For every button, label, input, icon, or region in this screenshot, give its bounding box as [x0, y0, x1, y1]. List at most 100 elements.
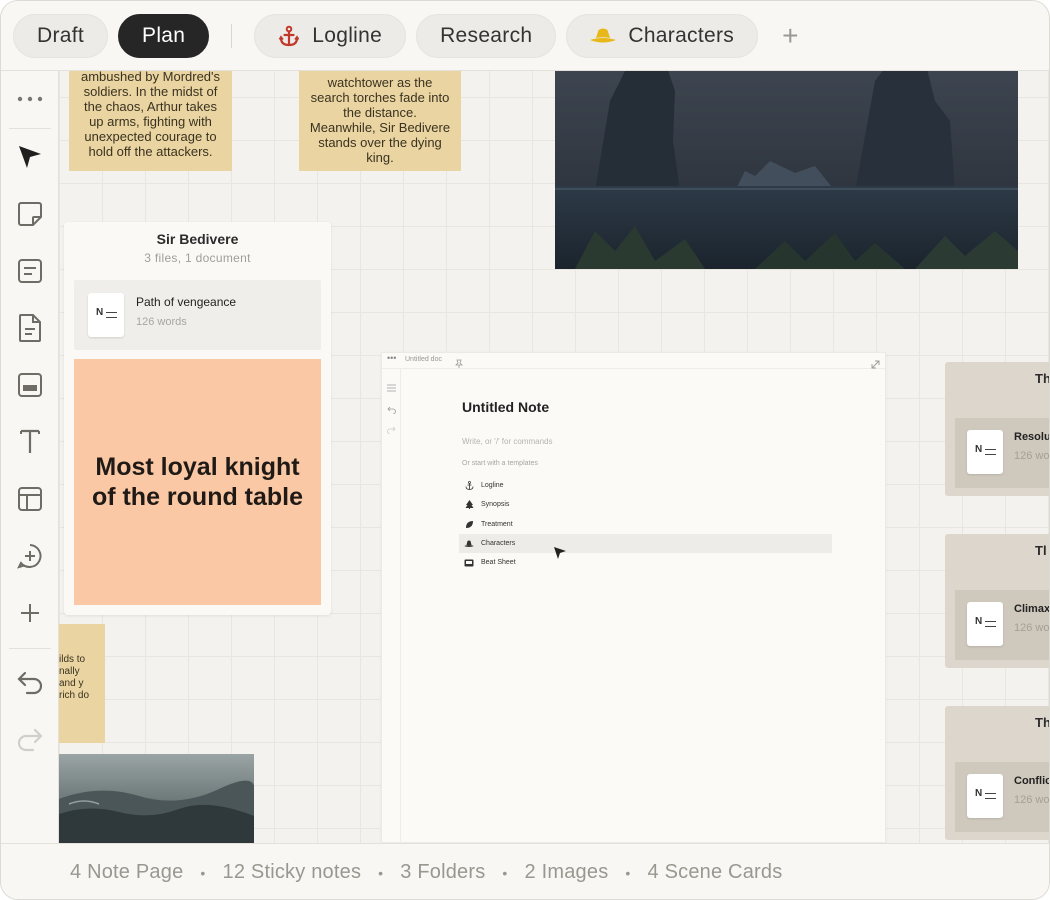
castle-lake-illustration: [555, 61, 1018, 269]
scene-card-title: Tl: [1035, 543, 1047, 558]
status-bar: 4 Note Page • 12 Sticky notes • 3 Folder…: [1, 843, 1049, 899]
toolbar-divider: [9, 128, 51, 129]
folder-subtitle: 3 files, 1 document: [144, 251, 251, 265]
template-label: Characters: [481, 540, 516, 547]
mouse-cursor-icon: [553, 546, 567, 565]
scene-document-row[interactable]: N Conflic 126 wo: [955, 762, 1050, 832]
scene-document-row[interactable]: N Climax 126 wo: [955, 590, 1050, 660]
note-editor[interactable]: ••• Untitled doc Untitled Note Write, or…: [381, 352, 886, 844]
scene-document-row[interactable]: N Resolu 126 wo: [955, 418, 1050, 488]
note-editor-header: ••• Untitled doc: [382, 353, 885, 369]
add-icon[interactable]: [15, 598, 45, 628]
tree-icon: [464, 500, 474, 510]
hat-icon: [590, 27, 617, 45]
leaf-icon: [464, 520, 474, 530]
template-label: Beat Sheet: [481, 559, 516, 566]
scene-card[interactable]: Tl N Climax 126 wo: [945, 534, 1050, 668]
text-block-icon[interactable]: [15, 256, 45, 286]
note-editor-sidebar: [382, 369, 401, 844]
film-icon: [464, 558, 474, 568]
document-title: Path of vengeance: [136, 295, 237, 309]
template-prompt: Or start with a templates: [462, 460, 538, 467]
template-synopsis[interactable]: Synopsis: [459, 495, 832, 514]
template-logline[interactable]: Logline: [459, 476, 832, 495]
pin-icon[interactable]: [455, 355, 463, 373]
image-card-icon[interactable]: [15, 370, 45, 400]
scene-card-title: Th: [1035, 371, 1050, 386]
more-icon[interactable]: •••: [387, 353, 396, 363]
castle-lake-image[interactable]: [555, 61, 1018, 269]
sticky-note[interactable]: ambushed by Mordred's soldiers. In the m…: [69, 61, 232, 171]
hat-icon: [464, 539, 474, 549]
note-page-count: 4 Note Page: [70, 861, 184, 883]
toolbar-divider: [9, 648, 51, 649]
tab-label: Draft: [37, 23, 85, 47]
tab-label: Logline: [312, 23, 383, 47]
status-separator: •: [378, 864, 384, 881]
tab-logline[interactable]: Logline: [254, 13, 407, 58]
expand-icon[interactable]: [871, 356, 880, 374]
add-tab-icon[interactable]: +: [782, 20, 798, 52]
tab-divider: [231, 23, 233, 48]
scene-card-title: Th: [1035, 715, 1050, 730]
anchor-icon: [464, 481, 474, 491]
note-document-icon: N: [967, 602, 1003, 646]
tab-label: Research: [440, 23, 533, 47]
stormy-sea-illustration: [59, 754, 254, 843]
app-window: ambushed by Mordred's soldiers. In the m…: [0, 0, 1050, 900]
scene-document-words: 126 wo: [1014, 622, 1050, 634]
scene-document-title: Resolu: [1014, 431, 1050, 443]
list-icon[interactable]: [387, 379, 396, 397]
template-characters[interactable]: Characters: [459, 534, 832, 553]
note-document-icon: N: [967, 774, 1003, 818]
tab-characters[interactable]: Characters: [566, 13, 759, 58]
text-icon[interactable]: [15, 427, 45, 457]
template-beat-sheet[interactable]: Beat Sheet: [459, 553, 832, 572]
template-label: Logline: [481, 482, 504, 489]
sticky-note-icon[interactable]: [15, 199, 45, 229]
redo-icon[interactable]: [387, 421, 396, 439]
sticky-note-count: 12 Sticky notes: [222, 861, 362, 883]
note-document-icon: N: [967, 430, 1003, 474]
note-title[interactable]: Untitled Note: [462, 399, 549, 415]
document-icon[interactable]: [15, 313, 45, 343]
more-icon[interactable]: [15, 84, 45, 114]
scene-card[interactable]: Th N Conflic 126 wo: [945, 706, 1050, 840]
scene-document-words: 126 wo: [1014, 794, 1050, 806]
template-label: Synopsis: [481, 501, 510, 508]
redo-icon[interactable]: [15, 725, 45, 755]
select-cursor-icon[interactable]: [15, 142, 45, 172]
note-breadcrumb[interactable]: Untitled doc: [405, 356, 442, 363]
anchor-icon: [278, 25, 300, 47]
template-label: Treatment: [481, 521, 513, 528]
folder-title: Sir Bedivere: [156, 231, 239, 247]
status-separator: •: [625, 864, 631, 881]
sticky-note-large[interactable]: Most loyal knight of the round table: [74, 359, 321, 605]
note-document-icon: N: [88, 293, 124, 337]
document-word-count: 126 words: [136, 316, 187, 328]
scene-document-title: Climax: [1014, 603, 1050, 615]
folder-card[interactable]: Sir Bedivere 3 files, 1 document N Path …: [64, 222, 331, 615]
tab-label: Characters: [628, 23, 735, 47]
template-treatment[interactable]: Treatment: [459, 515, 832, 534]
note-body-input[interactable]: Write, or '/' for commands: [462, 437, 552, 446]
sticky-note-text: Most loyal knight of the round table: [91, 453, 304, 511]
tab-research[interactable]: Research: [416, 13, 557, 58]
scene-card-count: 4 Scene Cards: [647, 861, 783, 883]
document-row[interactable]: N Path of vengeance 126 words: [74, 280, 321, 350]
sticky-note[interactable]: watchtower as the search torches fade in…: [299, 61, 461, 171]
tab-draft[interactable]: Draft: [13, 13, 109, 58]
sticky-note[interactable]: ilds to nally and y rich do: [59, 624, 105, 743]
sticky-note-text: ambushed by Mordred's soldiers. In the m…: [80, 69, 221, 159]
sticky-note-text: ilds to nally and y rich do: [59, 654, 90, 701]
scene-document-words: 126 wo: [1014, 450, 1050, 462]
undo-icon[interactable]: [387, 401, 396, 419]
layout-icon[interactable]: [15, 484, 45, 514]
tab-label: Plan: [142, 23, 186, 47]
tab-plan[interactable]: Plan: [118, 13, 210, 58]
undo-icon[interactable]: [15, 668, 45, 698]
stormy-sea-image[interactable]: [59, 754, 254, 843]
left-toolbar: [1, 71, 59, 843]
add-comment-icon[interactable]: [15, 541, 45, 571]
scene-card[interactable]: Th N Resolu 126 wo: [945, 362, 1050, 496]
